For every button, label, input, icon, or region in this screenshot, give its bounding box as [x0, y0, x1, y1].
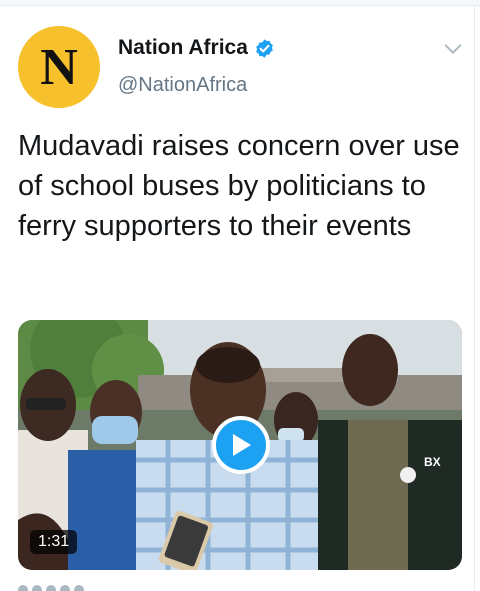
- video-player[interactable]: BX 1:31: [18, 320, 462, 570]
- name-row: Nation Africa: [118, 36, 275, 60]
- play-icon: [233, 434, 251, 456]
- tweet-header: N Nation Africa @NationAfrica: [18, 26, 468, 108]
- top-divider: [0, 0, 480, 6]
- chevron-down-icon[interactable]: [442, 38, 464, 60]
- avatar-logo-letter: N: [40, 39, 78, 96]
- engagement-stats-cutoff: [18, 582, 138, 591]
- account-handle[interactable]: @NationAfrica: [118, 74, 247, 97]
- tweet-text: Mudavadi raises concern over use of scho…: [18, 130, 460, 242]
- verified-badge-icon: [256, 38, 273, 58]
- display-name[interactable]: Nation Africa: [118, 36, 248, 60]
- right-edge: [474, 6, 480, 591]
- video-duration: 1:31: [30, 530, 78, 554]
- shirt-badge-text: BX: [424, 455, 441, 469]
- play-button[interactable]: [212, 416, 270, 474]
- avatar[interactable]: N: [18, 26, 100, 108]
